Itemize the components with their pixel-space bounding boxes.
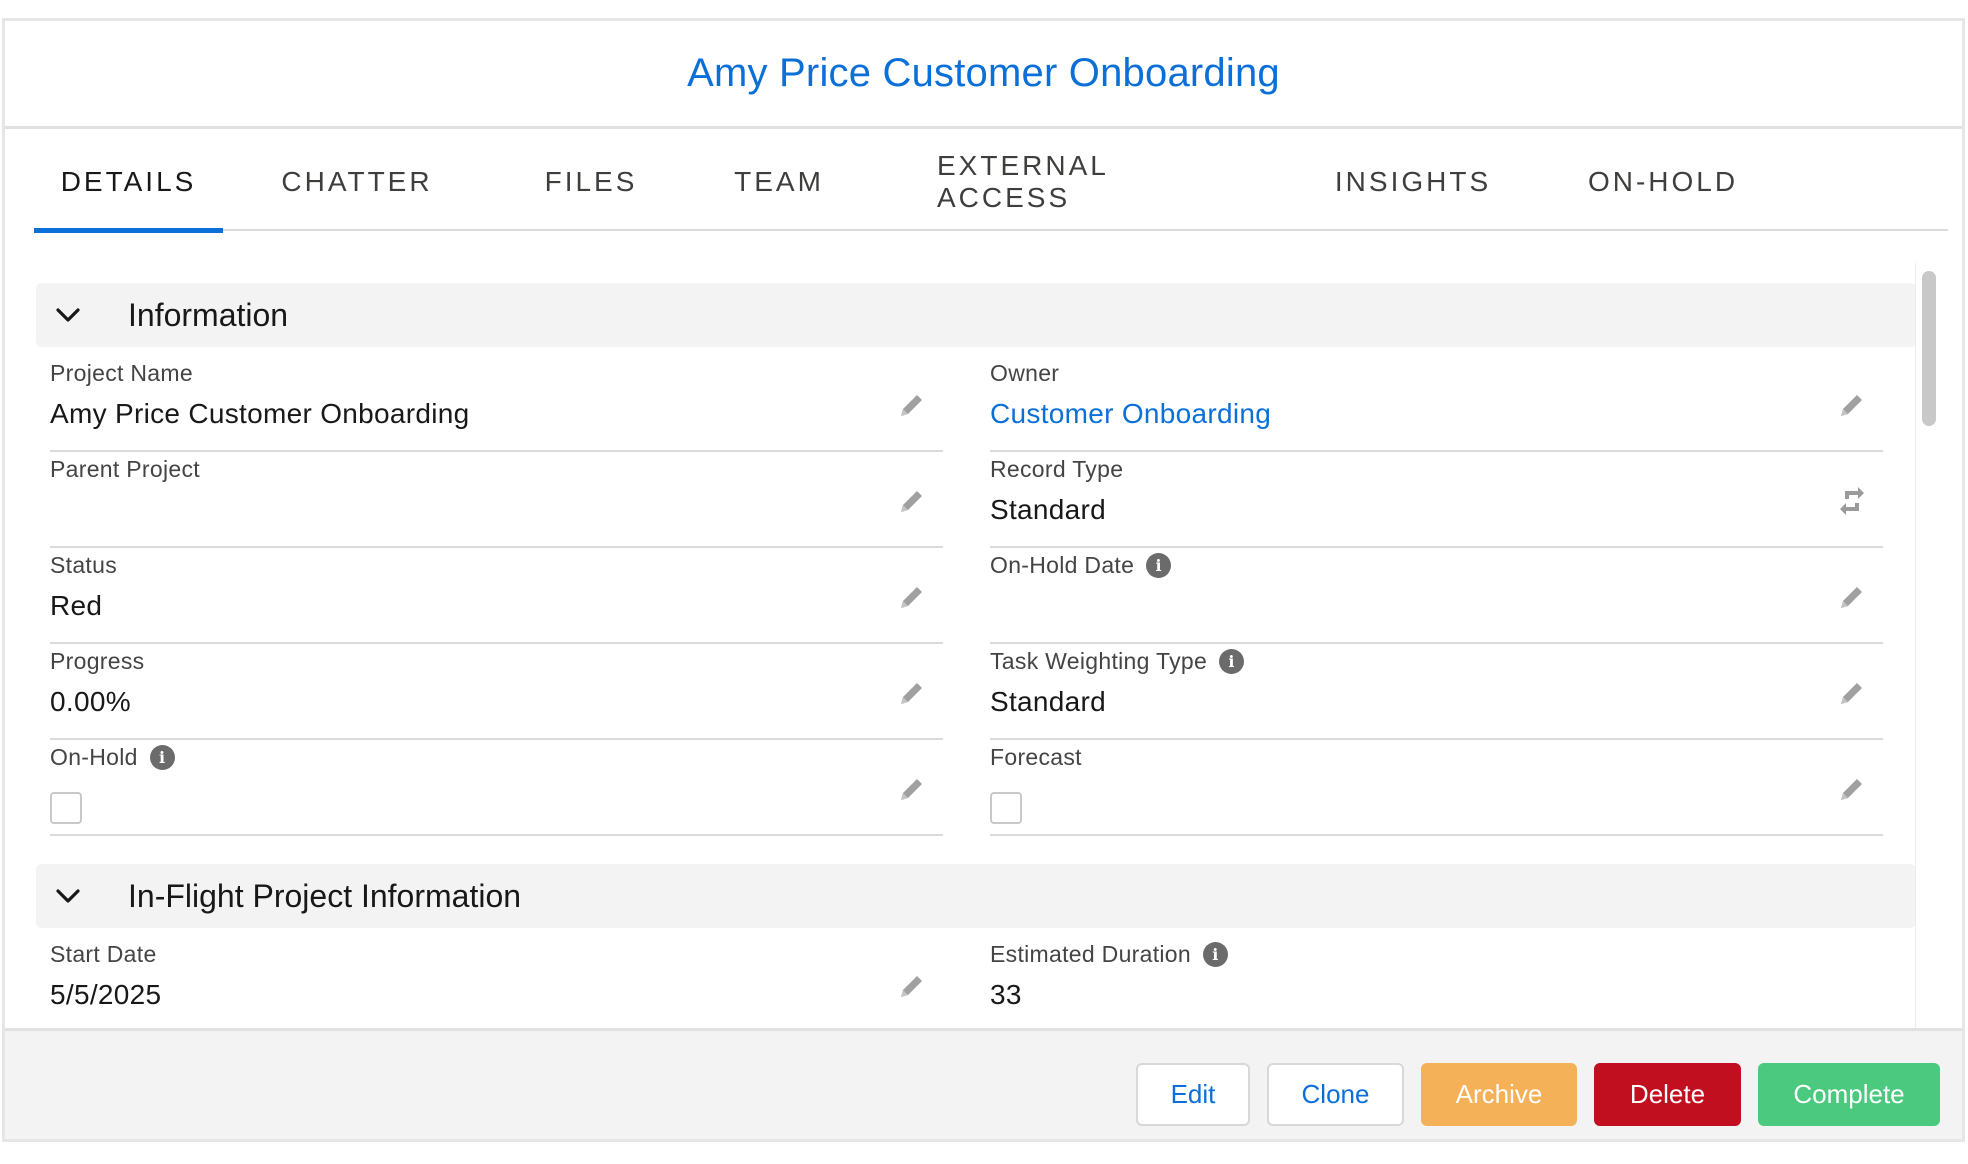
- field-estimated-duration: Estimated Duration i 33: [990, 937, 1883, 1033]
- pencil-icon[interactable]: [897, 486, 927, 516]
- info-icon[interactable]: i: [1219, 649, 1245, 674]
- page-title: Amy Price Customer Onboarding: [687, 51, 1280, 95]
- field-label-text: Task Weighting Type: [990, 648, 1208, 674]
- on-hold-checkbox[interactable]: [50, 792, 82, 824]
- pencil-icon[interactable]: [897, 390, 927, 420]
- field-label: On-Hold i: [50, 744, 175, 771]
- field-project-name: Project Name Amy Price Customer Onboardi…: [50, 356, 943, 452]
- archive-button[interactable]: Archive: [1421, 1063, 1577, 1126]
- section-header-in-flight[interactable]: In-Flight Project Information: [36, 864, 1915, 928]
- field-label: Status: [50, 552, 118, 578]
- field-forecast: Forecast: [990, 740, 1883, 836]
- action-footer: Edit Clone Archive Delete Complete: [5, 1028, 1962, 1139]
- pencil-icon[interactable]: [1837, 582, 1867, 612]
- field-status: Status Red: [50, 548, 943, 644]
- details-panel: Information Project Name Amy Price Custo…: [5, 263, 1915, 1045]
- edit-button[interactable]: Edit: [1136, 1063, 1250, 1126]
- tab-on-hold[interactable]: ON-HOLD: [1587, 132, 1739, 231]
- section-header-information[interactable]: Information: [36, 283, 1915, 347]
- field-value: Standard: [990, 686, 1107, 717]
- field-on-hold: On-Hold i: [50, 740, 943, 836]
- tab-chatter[interactable]: CHATTER: [268, 132, 446, 231]
- field-value: 0.00%: [50, 686, 131, 717]
- pencil-icon[interactable]: [897, 774, 927, 804]
- pencil-icon[interactable]: [1837, 390, 1867, 420]
- pencil-icon[interactable]: [1837, 678, 1867, 708]
- complete-button[interactable]: Complete: [1758, 1063, 1940, 1126]
- owner-link[interactable]: Customer Onboarding: [990, 398, 1271, 430]
- field-value: 5/5/2025: [50, 979, 162, 1010]
- field-label: Start Date: [50, 941, 157, 967]
- field-label: On-Hold Date i: [990, 552, 1172, 579]
- clone-button[interactable]: Clone: [1267, 1063, 1404, 1126]
- pencil-icon[interactable]: [1837, 774, 1867, 804]
- field-label: Task Weighting Type i: [990, 648, 1245, 675]
- field-label: Forecast: [990, 744, 1082, 770]
- tab-files[interactable]: FILES: [540, 132, 642, 231]
- chevron-down-icon: [56, 889, 80, 903]
- tab-details[interactable]: DETAILS: [34, 132, 223, 233]
- tab-external-access[interactable]: EXTERNAL ACCESS: [937, 132, 1241, 231]
- scrollbar-thumb[interactable]: [1922, 271, 1936, 426]
- field-parent-project: Parent Project: [50, 452, 943, 548]
- field-record-type: Record Type Standard: [990, 452, 1883, 548]
- field-label-text: On-Hold Date: [990, 552, 1135, 578]
- tab-insights[interactable]: INSIGHTS: [1335, 132, 1490, 231]
- field-value: 33: [990, 979, 1022, 1010]
- field-label: Owner: [990, 360, 1060, 386]
- field-label: Progress: [50, 648, 145, 674]
- chevron-down-icon: [56, 308, 80, 322]
- tab-team[interactable]: TEAM: [734, 132, 824, 231]
- field-on-hold-date: On-Hold Date i: [990, 548, 1883, 644]
- field-label-text: On-Hold: [50, 744, 138, 770]
- section-title: Information: [128, 296, 289, 333]
- field-value: Amy Price Customer Onboarding: [50, 398, 470, 429]
- pencil-icon[interactable]: [897, 582, 927, 612]
- record-page: Amy Price Customer Onboarding DETAILS CH…: [2, 18, 1965, 1142]
- info-icon[interactable]: i: [1146, 553, 1172, 578]
- tab-bar: DETAILS CHATTER FILES TEAM EXTERNAL ACCE…: [34, 132, 1948, 233]
- field-value: Standard: [990, 494, 1107, 525]
- field-start-date: Start Date 5/5/2025: [50, 937, 943, 1033]
- field-owner: Owner Customer Onboarding: [990, 356, 1883, 452]
- field-progress: Progress 0.00%: [50, 644, 943, 740]
- section-title: In-Flight Project Information: [128, 877, 522, 914]
- field-label-text: Estimated Duration: [990, 941, 1191, 967]
- info-icon[interactable]: i: [149, 745, 175, 770]
- field-label: Estimated Duration i: [990, 941, 1228, 968]
- info-icon[interactable]: i: [1203, 942, 1228, 967]
- field-label: Record Type: [990, 456, 1124, 482]
- field-label: Parent Project: [50, 456, 200, 482]
- field-value: Red: [50, 590, 103, 621]
- scrollbar[interactable]: [1915, 263, 1937, 1045]
- record-header: Amy Price Customer Onboarding: [5, 21, 1962, 129]
- pencil-icon[interactable]: [897, 971, 927, 1001]
- field-task-weighting-type: Task Weighting Type i Standard: [990, 644, 1883, 740]
- pencil-icon[interactable]: [897, 678, 927, 708]
- field-label: Project Name: [50, 360, 193, 386]
- delete-button[interactable]: Delete: [1594, 1063, 1741, 1126]
- swap-icon[interactable]: [1837, 486, 1867, 516]
- forecast-checkbox[interactable]: [990, 792, 1022, 824]
